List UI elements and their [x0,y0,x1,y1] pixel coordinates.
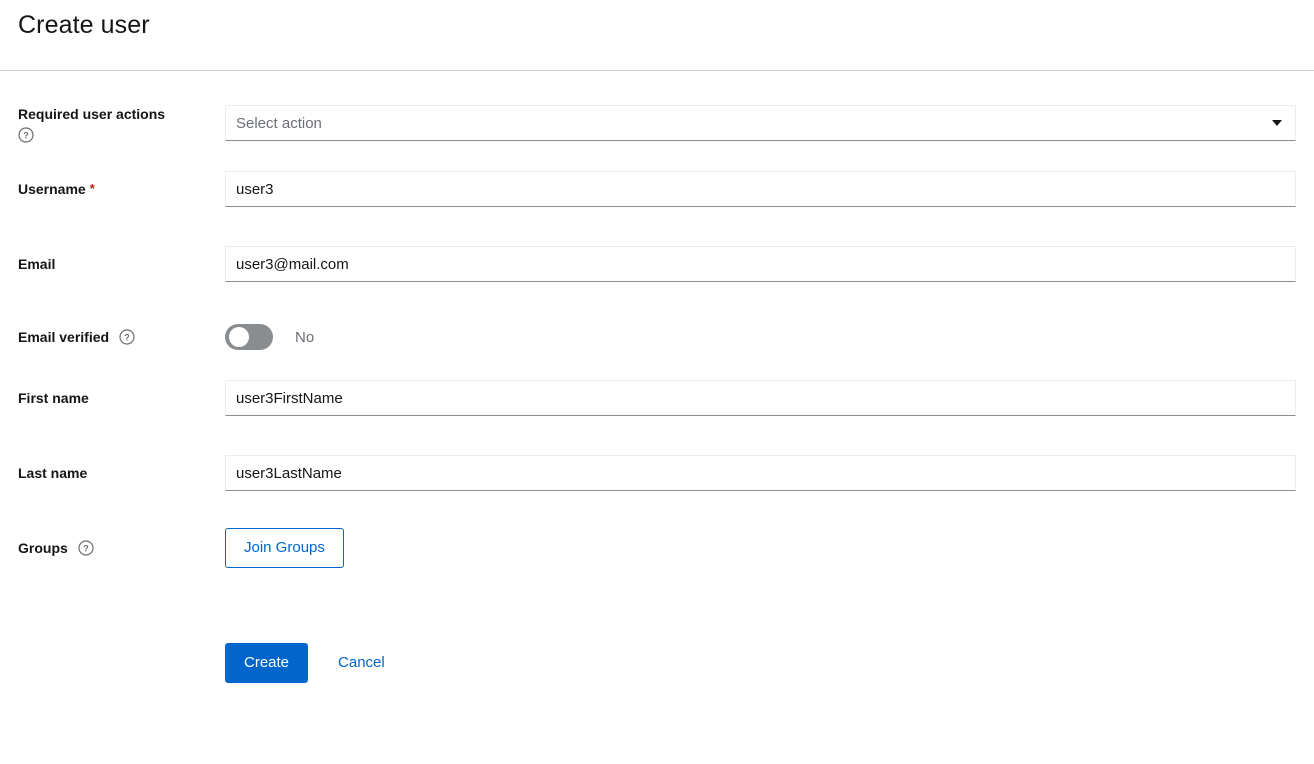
help-circle-icon[interactable]: ? [78,540,94,556]
last-name-label-text: Last name [18,465,88,481]
email-label-text: Email [18,256,56,272]
form-row-last-name: Last name [0,455,1314,491]
control-required-user-actions: Select action [225,105,1296,141]
svg-text:?: ? [83,544,89,554]
toggle-knob [229,327,249,347]
required-user-actions-select[interactable]: Select action [225,105,1296,141]
cancel-button[interactable]: Cancel [320,643,403,683]
email-verified-toggle[interactable] [225,324,273,350]
label-username: Username * [18,171,225,198]
svg-text:?: ? [23,131,29,141]
form-actions: Create Cancel [225,643,1296,683]
username-input[interactable] [225,171,1296,207]
first-name-input[interactable] [225,380,1296,416]
svg-text:?: ? [124,333,130,343]
caret-down-icon[interactable] [1259,120,1295,126]
label-email: Email [18,246,225,273]
label-last-name: Last name [18,455,225,482]
label-first-name: First name [18,380,225,407]
first-name-label-text: First name [18,390,89,406]
required-asterisk: * [89,181,95,196]
required-user-actions-placeholder: Select action [236,114,322,132]
form-actions-row: Create Cancel [0,643,1314,683]
label-required-user-actions: Required user actions ? [18,105,225,143]
join-groups-button[interactable]: Join Groups [225,528,344,568]
form-row-first-name: First name [0,380,1314,416]
create-button[interactable]: Create [225,643,309,683]
label-groups: Groups ? [18,528,225,557]
email-verified-label-text: Email verified [18,329,110,345]
email-verified-switch-wrap: No [225,320,1296,354]
help-circle-icon[interactable]: ? [119,329,135,345]
form-row-email: Email [0,246,1314,282]
control-first-name [225,380,1296,416]
page-title: Create user [18,11,150,39]
help-circle-icon[interactable]: ? [18,127,34,143]
form-row-required-user-actions: Required user actions ? Select action [0,105,1314,143]
form-row-groups: Groups ? Join Groups [0,528,1314,568]
control-email-verified: No [225,320,1296,354]
form-row-email-verified: Email verified ? No [0,320,1314,354]
control-last-name [225,455,1296,491]
username-label-text: Username [18,181,86,197]
control-email [225,246,1296,282]
last-name-input[interactable] [225,455,1296,491]
email-input[interactable] [225,246,1296,282]
required-user-actions-label-text: Required user actions [18,106,166,122]
email-verified-state-label: No [295,328,315,346]
create-user-form: Required user actions ? Select action Us… [0,71,1314,683]
page-header: Create user [0,0,1314,71]
control-username [225,171,1296,207]
label-email-verified: Email verified ? [18,320,225,346]
form-row-username: Username * [0,171,1314,207]
control-groups: Join Groups [225,528,1296,568]
groups-label-text: Groups [18,540,68,556]
